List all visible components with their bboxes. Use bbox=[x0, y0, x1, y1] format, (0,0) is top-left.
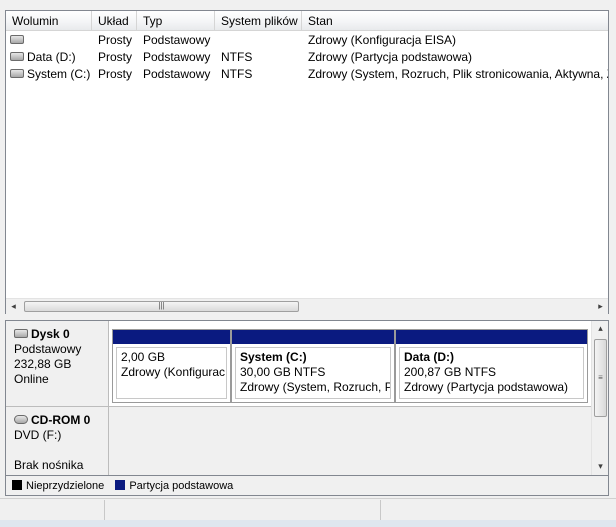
volume-icon bbox=[10, 69, 24, 79]
disk-map-pane[interactable]: Dysk 0 Podstawowy 232,88 GB Online 2,00 … bbox=[5, 320, 609, 476]
primary-partition-bar bbox=[396, 330, 587, 344]
vertical-scrollbar[interactable]: ▴ ≡ ▾ bbox=[591, 321, 608, 475]
column-header-type[interactable]: Typ bbox=[137, 11, 215, 31]
scroll-right-arrow-icon[interactable]: ▸ bbox=[593, 299, 608, 314]
column-header-filesystem[interactable]: System plików bbox=[215, 11, 302, 31]
disk-icon bbox=[14, 329, 28, 339]
cdrom-0-area bbox=[109, 407, 591, 475]
volume-filesystem bbox=[221, 32, 301, 49]
status-separator bbox=[380, 500, 381, 522]
volume-status: Zdrowy (Konfiguracja EISA) bbox=[308, 33, 457, 47]
volume-filesystem: NTFS bbox=[221, 67, 253, 81]
partition-title: Data (D:) bbox=[404, 350, 454, 364]
window-bottom-edge bbox=[0, 520, 616, 527]
volume-status: Zdrowy (Partycja podstawowa) bbox=[308, 50, 473, 64]
disk-name: CD-ROM 0 bbox=[31, 413, 91, 427]
scroll-down-arrow-icon[interactable]: ▾ bbox=[593, 459, 608, 474]
disk-state: Online bbox=[14, 372, 49, 386]
disk-state: Brak nośnika bbox=[14, 458, 84, 472]
volume-list-pane[interactable]: Wolumin Układ Typ System plików Stan Pro… bbox=[5, 10, 609, 314]
disk-0-label[interactable]: Dysk 0 Podstawowy 232,88 GB Online bbox=[6, 321, 109, 407]
table-row[interactable]: System (C:) Prosty Podstawowy NTFS Zdrow… bbox=[6, 66, 608, 83]
volume-type: Podstawowy bbox=[143, 33, 211, 47]
partition-status: Zdrowy (Partycja podstawowa) bbox=[404, 380, 569, 394]
legend-label: Nieprzydzielone bbox=[26, 480, 105, 492]
unallocated-swatch bbox=[12, 480, 22, 491]
volume-icon bbox=[10, 35, 24, 45]
partition-eisa[interactable]: 2,00 GB Zdrowy (Konfigurac bbox=[112, 329, 231, 403]
column-header-layout[interactable]: Układ bbox=[92, 11, 137, 31]
volume-layout: Prosty bbox=[98, 33, 133, 47]
partition-status: Zdrowy (System, Rozruch, P bbox=[240, 380, 391, 394]
legend-label: Partycja podstawowa bbox=[129, 480, 234, 492]
disk-type: Podstawowy bbox=[14, 342, 82, 356]
legend: Nieprzydzielone Partycja podstawowa bbox=[5, 476, 609, 496]
volume-layout: Prosty bbox=[98, 50, 133, 64]
table-row[interactable]: Data (D:) Prosty Podstawowy NTFS Zdrowy … bbox=[6, 49, 608, 66]
status-bar bbox=[0, 498, 616, 521]
horizontal-scrollbar[interactable]: ◂ ||| ▸ bbox=[6, 298, 608, 314]
scroll-up-arrow-icon[interactable]: ▴ bbox=[593, 321, 608, 336]
vertical-scroll-thumb[interactable]: ≡ bbox=[594, 339, 607, 417]
primary-partition-bar bbox=[113, 330, 230, 344]
table-row[interactable]: Prosty Podstawowy Zdrowy (Konfiguracja E… bbox=[6, 32, 608, 49]
cdrom-icon bbox=[14, 415, 28, 425]
horizontal-scroll-thumb[interactable]: ||| bbox=[24, 301, 299, 312]
disk-name: Dysk 0 bbox=[31, 327, 70, 341]
primary-partition-swatch bbox=[115, 480, 126, 491]
partition-size: 2,00 GB bbox=[121, 350, 166, 364]
primary-partition-bar bbox=[232, 330, 394, 344]
volume-icon bbox=[10, 52, 24, 62]
disk-size: 232,88 GB bbox=[14, 357, 72, 371]
volume-name: System (C:) bbox=[27, 67, 91, 81]
column-header-volume[interactable]: Wolumin bbox=[6, 11, 92, 31]
volume-layout: Prosty bbox=[98, 67, 133, 81]
status-separator bbox=[104, 500, 105, 522]
volume-filesystem: NTFS bbox=[221, 50, 253, 64]
cdrom-0-label[interactable]: CD-ROM 0 DVD (F:) Brak nośnika bbox=[6, 407, 109, 475]
disk-type: DVD (F:) bbox=[14, 428, 62, 442]
volume-status: Zdrowy (System, Rozruch, Plik stronicowa… bbox=[308, 67, 608, 81]
partition-size: 200,87 GB NTFS bbox=[404, 365, 497, 379]
volume-type: Podstawowy bbox=[143, 50, 211, 64]
partition-title: System (C:) bbox=[240, 350, 307, 364]
scroll-left-arrow-icon[interactable]: ◂ bbox=[6, 299, 21, 314]
volume-name: Data (D:) bbox=[27, 50, 76, 64]
partition-system-c[interactable]: System (C:) 30,00 GB NTFS Zdrowy (System… bbox=[231, 329, 395, 403]
column-header-status[interactable]: Stan bbox=[302, 11, 608, 31]
volume-type: Podstawowy bbox=[143, 67, 211, 81]
partition-status: Zdrowy (Konfigurac bbox=[121, 365, 226, 379]
partition-data-d[interactable]: Data (D:) 200,87 GB NTFS Zdrowy (Partycj… bbox=[395, 329, 588, 403]
partition-size: 30,00 GB NTFS bbox=[240, 365, 326, 379]
